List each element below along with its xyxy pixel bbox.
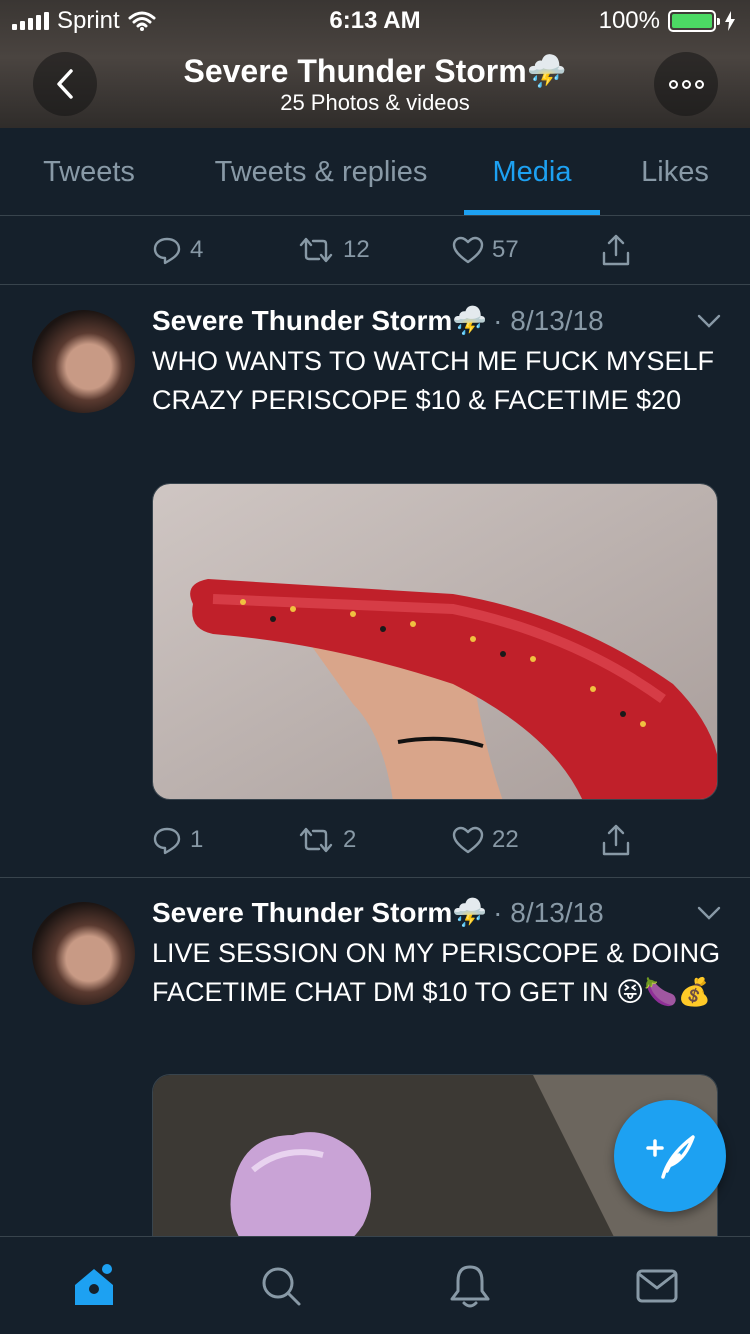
retweet-count: 12 — [343, 236, 370, 263]
heart-icon — [452, 236, 484, 264]
tab-tweets[interactable]: Tweets — [0, 128, 178, 216]
tweet-header: Severe Thunder Storm⛈️ · 8/13/18 — [152, 304, 604, 337]
like-button[interactable]: 57 — [452, 230, 519, 270]
tweet-text: LIVE SESSION ON MY PERISCOPE & DOING FAC… — [152, 938, 721, 1007]
tweet-actions: 4 12 57 — [152, 230, 652, 270]
tab-media[interactable]: Media — [464, 128, 600, 216]
charging-bolt-icon — [725, 11, 735, 31]
messages-envelope-icon — [636, 1269, 678, 1303]
more-horizontal-icon — [668, 79, 678, 89]
search-icon — [262, 1267, 301, 1306]
reply-button[interactable]: 4 — [152, 230, 203, 270]
avatar[interactable] — [32, 310, 135, 413]
share-button[interactable] — [600, 820, 632, 860]
share-icon — [602, 824, 630, 856]
tweet-date: · 8/13/18 — [493, 896, 604, 928]
reply-button[interactable]: 1 — [152, 820, 203, 860]
tweet-divider — [0, 877, 750, 878]
profile-name-title: Severe Thunder Storm⛈️ — [183, 53, 567, 89]
retweet-icon — [299, 237, 333, 263]
tweet-header: Severe Thunder Storm⛈️ · 8/13/18 — [152, 896, 604, 929]
share-icon — [602, 234, 630, 266]
battery-percent: 100% — [598, 7, 660, 34]
nav-messages[interactable] — [632, 1261, 682, 1311]
retweet-count: 2 — [343, 826, 357, 853]
heart-icon — [452, 826, 484, 854]
reply-count: 1 — [190, 826, 204, 853]
like-count: 22 — [492, 826, 519, 853]
nav-notifications[interactable] — [445, 1261, 495, 1311]
nav-search[interactable] — [256, 1261, 306, 1311]
compose-tweet-icon — [646, 1135, 695, 1179]
share-button[interactable] — [600, 230, 632, 270]
like-count: 57 — [492, 236, 519, 263]
tweet-media-image[interactable] — [152, 483, 718, 800]
tweet-date: · 8/13/18 — [493, 304, 604, 336]
more-dot — [681, 79, 691, 89]
media-count-subtitle: 25 Photos & videos — [280, 90, 470, 115]
tweet-divider — [0, 284, 750, 285]
media-photo — [153, 484, 717, 799]
tweet-text: WHO WANTS TO WATCH ME FUCK MYSELF CRAZY … — [152, 346, 715, 415]
reply-count: 4 — [190, 236, 204, 263]
profile-tabs: Tweets Tweets & replies Media Likes — [0, 128, 750, 216]
retweet-button[interactable]: 12 — [297, 230, 370, 270]
chevron-down-icon[interactable] — [696, 312, 722, 330]
author-name[interactable]: Severe Thunder Storm⛈️ — [152, 304, 487, 337]
avatar[interactable] — [32, 902, 135, 1005]
tweet-actions: 1 2 22 — [152, 820, 652, 860]
compose-tweet-button[interactable] — [614, 1100, 726, 1212]
more-options-button[interactable] — [654, 52, 718, 116]
home-icon — [75, 1264, 113, 1305]
status-bar: Sprint 6:13 AM 100% — [0, 0, 750, 40]
bottom-navigation — [0, 1236, 750, 1334]
reply-icon — [153, 827, 181, 855]
tab-likes[interactable]: Likes — [600, 128, 750, 216]
more-dot — [694, 79, 704, 89]
tab-tweets-replies[interactable]: Tweets & replies — [178, 128, 464, 216]
chevron-down-icon[interactable] — [696, 904, 722, 922]
reply-icon — [153, 237, 181, 265]
battery-icon — [668, 10, 720, 32]
nav-home[interactable] — [69, 1261, 119, 1311]
notifications-bell-icon — [450, 1265, 490, 1308]
like-button[interactable]: 22 — [452, 820, 519, 860]
author-name[interactable]: Severe Thunder Storm⛈️ — [152, 896, 487, 929]
retweet-button[interactable]: 2 — [297, 820, 356, 860]
active-tab-indicator — [464, 210, 600, 215]
retweet-icon — [299, 827, 333, 853]
